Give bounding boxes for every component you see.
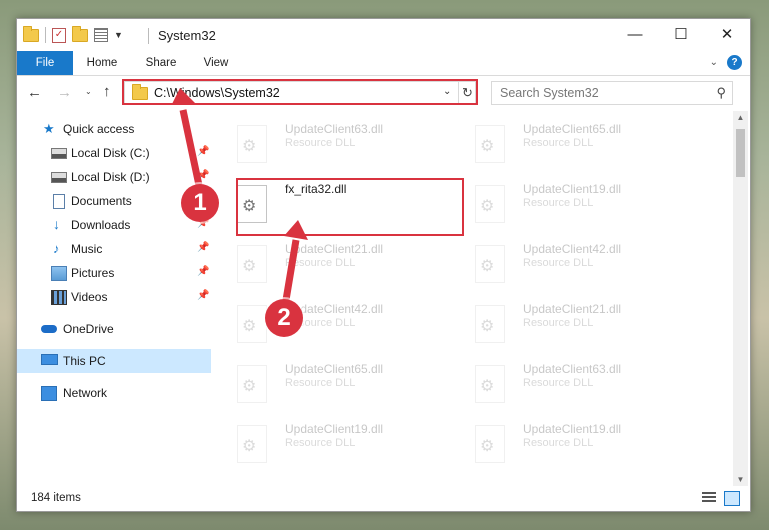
arrow-2 (281, 239, 300, 307)
arrow-2-head (284, 220, 308, 240)
arrow-1 (179, 109, 204, 191)
callout-1: 1 (181, 184, 219, 222)
arrow-1-head (172, 88, 196, 104)
callout-2: 2 (265, 299, 303, 337)
annotation-arrows (172, 88, 308, 307)
